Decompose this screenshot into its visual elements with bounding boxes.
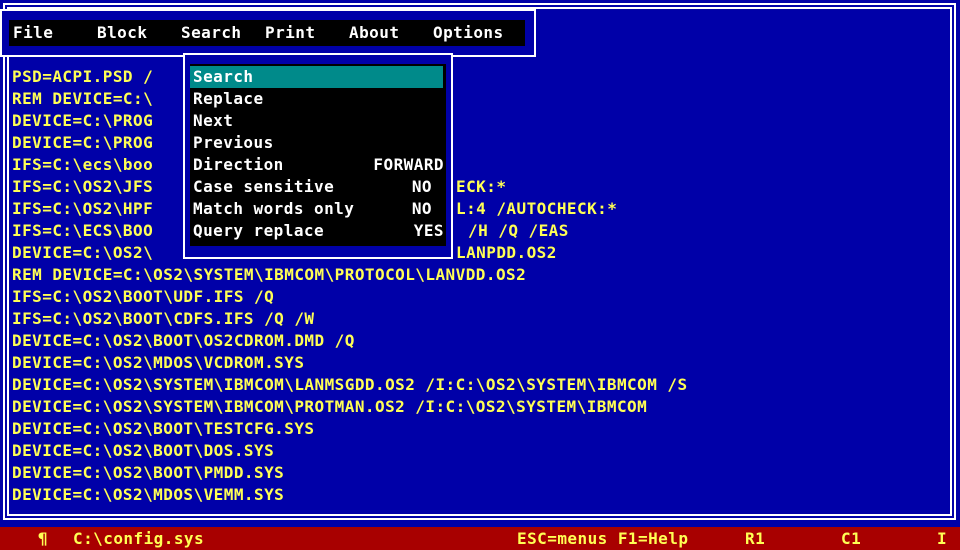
menu-item-label: Next bbox=[193, 111, 234, 130]
editor-line[interactable]: DEVICE=C:\OS2\MDOS\VCDROM.SYS bbox=[12, 352, 304, 374]
menu-item-value: NO bbox=[411, 199, 432, 218]
editor-line[interactable]: REM DEVICE=C:\OS2\SYSTEM\IBMCOM\PROTOCOL… bbox=[12, 264, 526, 286]
menu-item-label: Case sensitive bbox=[193, 177, 335, 196]
status-key-hint: ESC=menus F1=Help bbox=[517, 529, 689, 548]
menu-item-case-sensitive[interactable]: Case sensitive NO bbox=[190, 176, 446, 198]
editor-line[interactable]: DEVICE=C:\OS2\ bbox=[12, 242, 153, 264]
menu-search[interactable]: Search bbox=[181, 22, 242, 44]
editor-line[interactable]: PSD=ACPI.PSD / bbox=[12, 66, 153, 88]
menu-file[interactable]: File bbox=[13, 22, 53, 44]
editor-line[interactable]: IFS=C:\ecs\boo bbox=[12, 154, 153, 176]
menu-item-next[interactable]: Next bbox=[190, 110, 446, 132]
menu-item-label: Query replace bbox=[193, 221, 325, 240]
menu-item-direction[interactable]: Direction FORWARD bbox=[190, 154, 446, 176]
menu-item-label: Replace bbox=[193, 89, 264, 108]
menu-item-query-replace[interactable]: Query replace YES bbox=[190, 220, 446, 242]
menu-item-label: Search bbox=[193, 67, 254, 86]
menu-item-value: FORWARD bbox=[373, 155, 444, 174]
menu-bar: File Block Search Print About Options bbox=[9, 20, 525, 46]
menu-item-replace[interactable]: Replace bbox=[190, 88, 446, 110]
status-insert-mode: I bbox=[937, 529, 948, 548]
menu-item-match-words-only[interactable]: Match words only NO bbox=[190, 198, 446, 220]
editor-line[interactable]: IFS=C:\OS2\BOOT\CDFS.IFS /Q /W bbox=[12, 308, 314, 330]
editor-line[interactable]: DEVICE=C:\PROG bbox=[12, 132, 153, 154]
status-filename: C:\config.sys bbox=[73, 529, 205, 548]
editor-line-tail[interactable]: LANPDD.OS2 bbox=[456, 242, 557, 264]
editor-line-tail[interactable]: ECK:* bbox=[456, 176, 506, 198]
editor-line[interactable]: IFS=C:\OS2\HPF bbox=[12, 198, 153, 220]
menu-block[interactable]: Block bbox=[97, 22, 147, 44]
menu-print[interactable]: Print bbox=[265, 22, 315, 44]
menu-about[interactable]: About bbox=[349, 22, 399, 44]
editor-line-tail[interactable]: /H /Q /EAS bbox=[468, 220, 569, 242]
menu-item-label: Direction bbox=[193, 155, 284, 174]
paragraph-icon: ¶ bbox=[38, 529, 49, 548]
editor-line[interactable]: DEVICE=C:\OS2\BOOT\PMDD.SYS bbox=[12, 462, 284, 484]
status-bar: ¶ C:\config.sys ESC=menus F1=Help R1 C1 … bbox=[0, 527, 960, 550]
search-menu: Search Replace Next Previous Direction F… bbox=[190, 64, 446, 246]
menu-item-previous[interactable]: Previous bbox=[190, 132, 446, 154]
menu-item-label: Match words only bbox=[193, 199, 355, 218]
menu-item-label: Previous bbox=[193, 133, 274, 152]
editor-screen: PSD=ACPI.PSD / REM DEVICE=C:\ DEVICE=C:\… bbox=[0, 0, 960, 550]
editor-line[interactable]: DEVICE=C:\OS2\SYSTEM\IBMCOM\LANMSGDD.OS2… bbox=[12, 374, 688, 396]
editor-line[interactable]: IFS=C:\OS2\JFS bbox=[12, 176, 153, 198]
editor-line[interactable]: DEVICE=C:\OS2\MDOS\VEMM.SYS bbox=[12, 484, 284, 506]
status-column: C1 bbox=[841, 529, 862, 548]
editor-line[interactable]: REM DEVICE=C:\ bbox=[12, 88, 153, 110]
editor-line[interactable]: IFS=C:\OS2\BOOT\UDF.IFS /Q bbox=[12, 286, 274, 308]
menu-options[interactable]: Options bbox=[433, 22, 504, 44]
editor-line[interactable]: IFS=C:\ECS\BOO bbox=[12, 220, 153, 242]
editor-line[interactable]: DEVICE=C:\OS2\SYSTEM\IBMCOM\PROTMAN.OS2 … bbox=[12, 396, 647, 418]
menu-item-search[interactable]: Search bbox=[190, 66, 443, 88]
menu-item-value: NO bbox=[411, 177, 432, 196]
menu-item-value: YES bbox=[413, 221, 444, 240]
status-row: R1 bbox=[745, 529, 766, 548]
editor-line[interactable]: DEVICE=C:\OS2\BOOT\TESTCFG.SYS bbox=[12, 418, 314, 440]
editor-line[interactable]: DEVICE=C:\PROG bbox=[12, 110, 153, 132]
editor-line-tail[interactable]: L:4 /AUTOCHECK:* bbox=[456, 198, 617, 220]
editor-line[interactable]: DEVICE=C:\OS2\BOOT\OS2CDROM.DMD /Q bbox=[12, 330, 355, 352]
editor-line[interactable]: DEVICE=C:\OS2\BOOT\DOS.SYS bbox=[12, 440, 274, 462]
